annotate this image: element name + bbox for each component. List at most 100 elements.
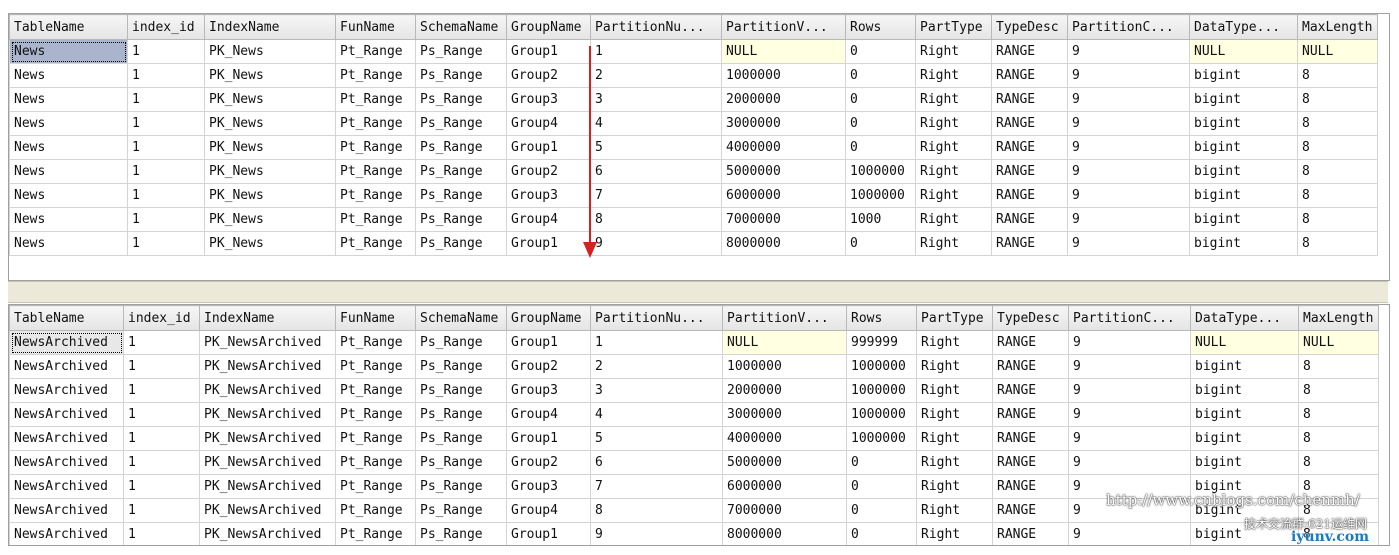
cell-indexname[interactable]: PK_News — [204, 159, 336, 184]
cell-typedesc[interactable]: RANGE — [991, 63, 1068, 88]
column-header-schemaname[interactable]: SchemaName — [415, 14, 507, 40]
cell-tablename[interactable]: NewsArchived — [9, 474, 124, 499]
table-row[interactable]: News 1 PK_News Pt_Range Ps_Range Group3 3 20000… — [9, 87, 1378, 112]
cell-rows[interactable]: 1000000 — [845, 183, 916, 208]
cell-rows[interactable]: 0 — [846, 474, 917, 499]
cell-tablename[interactable]: NewsArchived — [9, 498, 124, 523]
cell-index-id[interactable]: 1 — [127, 159, 205, 184]
cell-typedesc[interactable]: RANGE — [992, 354, 1069, 379]
column-header-groupname[interactable]: GroupName — [506, 305, 591, 331]
cell-typedesc[interactable]: RANGE — [992, 378, 1069, 403]
cell-rows[interactable]: 1000000 — [846, 378, 917, 403]
cell-rows[interactable]: 1000 — [845, 207, 916, 232]
column-header-parttype[interactable]: PartType — [915, 14, 992, 40]
cell-partitionnu[interactable]: 7 — [590, 183, 722, 208]
cell-partitionv[interactable]: 1000000 — [721, 63, 846, 88]
cell-groupname[interactable]: Group2 — [506, 63, 591, 88]
cell-maxlength[interactable]: 8 — [1298, 354, 1379, 379]
cell-maxlength[interactable]: 8 — [1298, 450, 1379, 475]
cell-parttype[interactable]: Right — [916, 378, 993, 403]
cell-funname[interactable]: Pt_Range — [335, 450, 416, 475]
cell-rows[interactable]: 0 — [845, 135, 916, 160]
cell-schemaname[interactable]: Ps_Range — [415, 63, 507, 88]
cell-typedesc[interactable]: RANGE — [992, 450, 1069, 475]
cell-schemaname[interactable]: Ps_Range — [415, 522, 507, 545]
column-header-partitionv[interactable]: PartitionV... — [721, 14, 846, 40]
column-header-datatype[interactable]: DataType... — [1190, 305, 1299, 331]
cell-partitionc[interactable]: 9 — [1068, 354, 1191, 379]
cell-parttype[interactable]: Right — [916, 474, 993, 499]
cell-index-id[interactable]: 1 — [123, 450, 200, 475]
cell-index-id[interactable]: 1 — [127, 87, 205, 112]
cell-funname[interactable]: Pt_Range — [335, 207, 416, 232]
cell-partitionv[interactable]: 7000000 — [721, 207, 846, 232]
cell-schemaname[interactable]: Ps_Range — [415, 402, 507, 427]
cell-datatype[interactable]: bigint — [1190, 378, 1299, 403]
cell-parttype[interactable]: Right — [916, 498, 993, 523]
cell-partitionnu[interactable]: 6 — [590, 159, 722, 184]
cell-groupname[interactable]: Group1 — [506, 426, 591, 451]
cell-rows[interactable]: 0 — [846, 498, 917, 523]
cell-partitionnu[interactable]: 2 — [590, 63, 722, 88]
cell-partitionc[interactable]: 9 — [1068, 474, 1191, 499]
table-row[interactable]: News 1 PK_News Pt_Range Ps_Range Group4 4 30000… — [9, 111, 1378, 136]
cell-indexname[interactable]: PK_News — [204, 63, 336, 88]
cell-tablename[interactable]: News — [9, 207, 128, 232]
cell-maxlength[interactable]: 8 — [1298, 402, 1379, 427]
cell-parttype[interactable]: Right — [915, 231, 992, 256]
cell-partitionc[interactable]: 9 — [1067, 183, 1190, 208]
results-grid-bottom[interactable]: TableName index_id IndexName FunName SchemaN… — [8, 304, 1390, 546]
column-header-maxlength[interactable]: MaxLength — [1297, 14, 1378, 40]
cell-maxlength[interactable]: 8 — [1298, 498, 1379, 523]
cell-maxlength[interactable]: NULL — [1297, 39, 1378, 64]
cell-partitionnu[interactable]: 5 — [590, 135, 722, 160]
cell-tablename[interactable]: NewsArchived — [9, 450, 124, 475]
column-header-datatype[interactable]: DataType... — [1189, 14, 1298, 40]
cell-groupname[interactable]: Group3 — [506, 183, 591, 208]
table-row[interactable]: NewsArchived 1 PK_NewsArchived Pt_Range Ps_R… — [9, 498, 1379, 523]
cell-indexname[interactable]: PK_News — [204, 135, 336, 160]
cell-typedesc[interactable]: RANGE — [991, 183, 1068, 208]
cell-datatype[interactable]: bigint — [1189, 63, 1298, 88]
cell-indexname[interactable]: PK_News — [204, 231, 336, 256]
cell-funname[interactable]: Pt_Range — [335, 354, 416, 379]
cell-partitionc[interactable]: 9 — [1067, 231, 1190, 256]
cell-index-id[interactable]: 1 — [123, 498, 200, 523]
cell-datatype[interactable]: bigint — [1189, 87, 1298, 112]
cell-groupname[interactable]: Group2 — [506, 354, 591, 379]
cell-partitionc[interactable]: 9 — [1067, 63, 1190, 88]
cell-rows[interactable]: 0 — [845, 87, 916, 112]
cell-datatype[interactable]: bigint — [1190, 474, 1299, 499]
cell-typedesc[interactable]: RANGE — [991, 159, 1068, 184]
table-row[interactable]: NewsArchived 1 PK_NewsArchived Pt_Range Ps_R… — [9, 402, 1379, 427]
cell-indexname[interactable]: PK_News — [204, 207, 336, 232]
cell-groupname[interactable]: Group1 — [506, 330, 591, 355]
cell-index-id[interactable]: 1 — [123, 522, 200, 545]
cell-parttype[interactable]: Right — [915, 159, 992, 184]
cell-partitionc[interactable]: 9 — [1067, 207, 1190, 232]
cell-funname[interactable]: Pt_Range — [335, 135, 416, 160]
cell-groupname[interactable]: Group4 — [506, 498, 591, 523]
cell-funname[interactable]: Pt_Range — [335, 378, 416, 403]
column-header-schemaname[interactable]: SchemaName — [415, 305, 507, 331]
cell-partitionnu[interactable]: 3 — [590, 87, 722, 112]
cell-datatype[interactable]: bigint — [1190, 450, 1299, 475]
cell-partitionv[interactable]: 2000000 — [721, 87, 846, 112]
cell-groupname[interactable]: Group4 — [506, 111, 591, 136]
cell-tablename[interactable]: NewsArchived — [9, 354, 124, 379]
cell-index-id[interactable]: 1 — [127, 63, 205, 88]
column-header-indexname[interactable]: IndexName — [204, 14, 336, 40]
table-row[interactable]: NewsArchived 1 PK_NewsArchived Pt_Range Ps_R… — [9, 450, 1379, 475]
cell-datatype[interactable]: bigint — [1189, 159, 1298, 184]
cell-partitionnu[interactable]: 1 — [590, 330, 723, 355]
cell-groupname[interactable]: Group3 — [506, 378, 591, 403]
table-row[interactable]: News 1 PK_News Pt_Range Ps_Range Group1 1 NULL 0… — [9, 39, 1378, 64]
cell-tablename[interactable]: NewsArchived — [9, 426, 124, 451]
cell-maxlength[interactable]: 8 — [1298, 378, 1379, 403]
column-header-rows[interactable]: Rows — [845, 14, 916, 40]
cell-tablename[interactable]: News — [9, 231, 128, 256]
cell-index-id[interactable]: 1 — [123, 426, 200, 451]
cell-funname[interactable]: Pt_Range — [335, 231, 416, 256]
cell-schemaname[interactable]: Ps_Range — [415, 231, 507, 256]
cell-typedesc[interactable]: RANGE — [991, 87, 1068, 112]
